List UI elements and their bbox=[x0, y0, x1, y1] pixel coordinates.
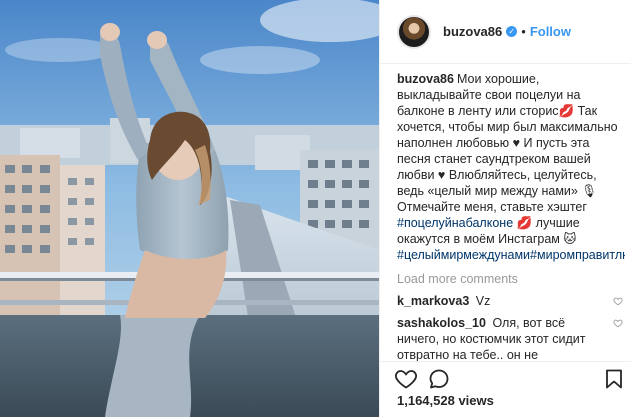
caption-username[interactable]: buzova86 bbox=[397, 72, 454, 86]
author-username[interactable]: buzova86 bbox=[443, 24, 502, 39]
post-caption: buzova86 Мои хорошие, выкладывайте свои п… bbox=[397, 71, 625, 263]
comment-text: Vz bbox=[475, 294, 491, 308]
comment-like-icon[interactable] bbox=[613, 296, 623, 306]
post-header: buzova86 ✓ • Follow bbox=[380, 0, 631, 64]
post-video[interactable] bbox=[0, 0, 379, 417]
heart-outline-icon[interactable] bbox=[394, 367, 418, 391]
hashtag-link[interactable]: #поцелуйнабалконе bbox=[397, 216, 513, 230]
caption-text: Мои хорошие, выкладывайте свои поцелуи н… bbox=[397, 72, 618, 214]
views-count[interactable]: 1,164,528 views bbox=[397, 393, 494, 408]
header-separator: • bbox=[521, 24, 526, 39]
post-side-panel: buzova86 ✓ • Follow buzova86 Мои хорошие,… bbox=[379, 0, 631, 417]
speech-bubble-icon[interactable] bbox=[427, 367, 451, 391]
verified-badge-icon: ✓ bbox=[506, 26, 518, 37]
comment-username[interactable]: sashakolos_10 bbox=[397, 316, 486, 330]
video-frame-image bbox=[0, 0, 379, 417]
load-more-comments-button[interactable]: Load more comments bbox=[397, 271, 625, 287]
hashtag-link[interactable]: #целыймирмеждунами bbox=[397, 248, 530, 262]
comment-item: sashakolos_10 Оля, вот всё ничего, но ко… bbox=[397, 315, 625, 361]
comment-username[interactable]: k_markova3 bbox=[397, 294, 469, 308]
post-actions-bar bbox=[380, 361, 631, 395]
comments-list[interactable]: buzova86 Мои хорошие, выкладывайте свои п… bbox=[397, 71, 625, 361]
comment-like-icon[interactable] bbox=[613, 318, 623, 328]
comment-item: k_markova3 Vz bbox=[397, 293, 625, 309]
avatar[interactable] bbox=[397, 14, 431, 49]
follow-button[interactable]: Follow bbox=[530, 24, 571, 39]
instagram-post: buzova86 ✓ • Follow buzova86 Мои хорошие,… bbox=[0, 0, 631, 417]
bookmark-icon[interactable] bbox=[602, 367, 626, 391]
hashtag-link[interactable]: #миромправитлюбовь bbox=[530, 248, 625, 262]
